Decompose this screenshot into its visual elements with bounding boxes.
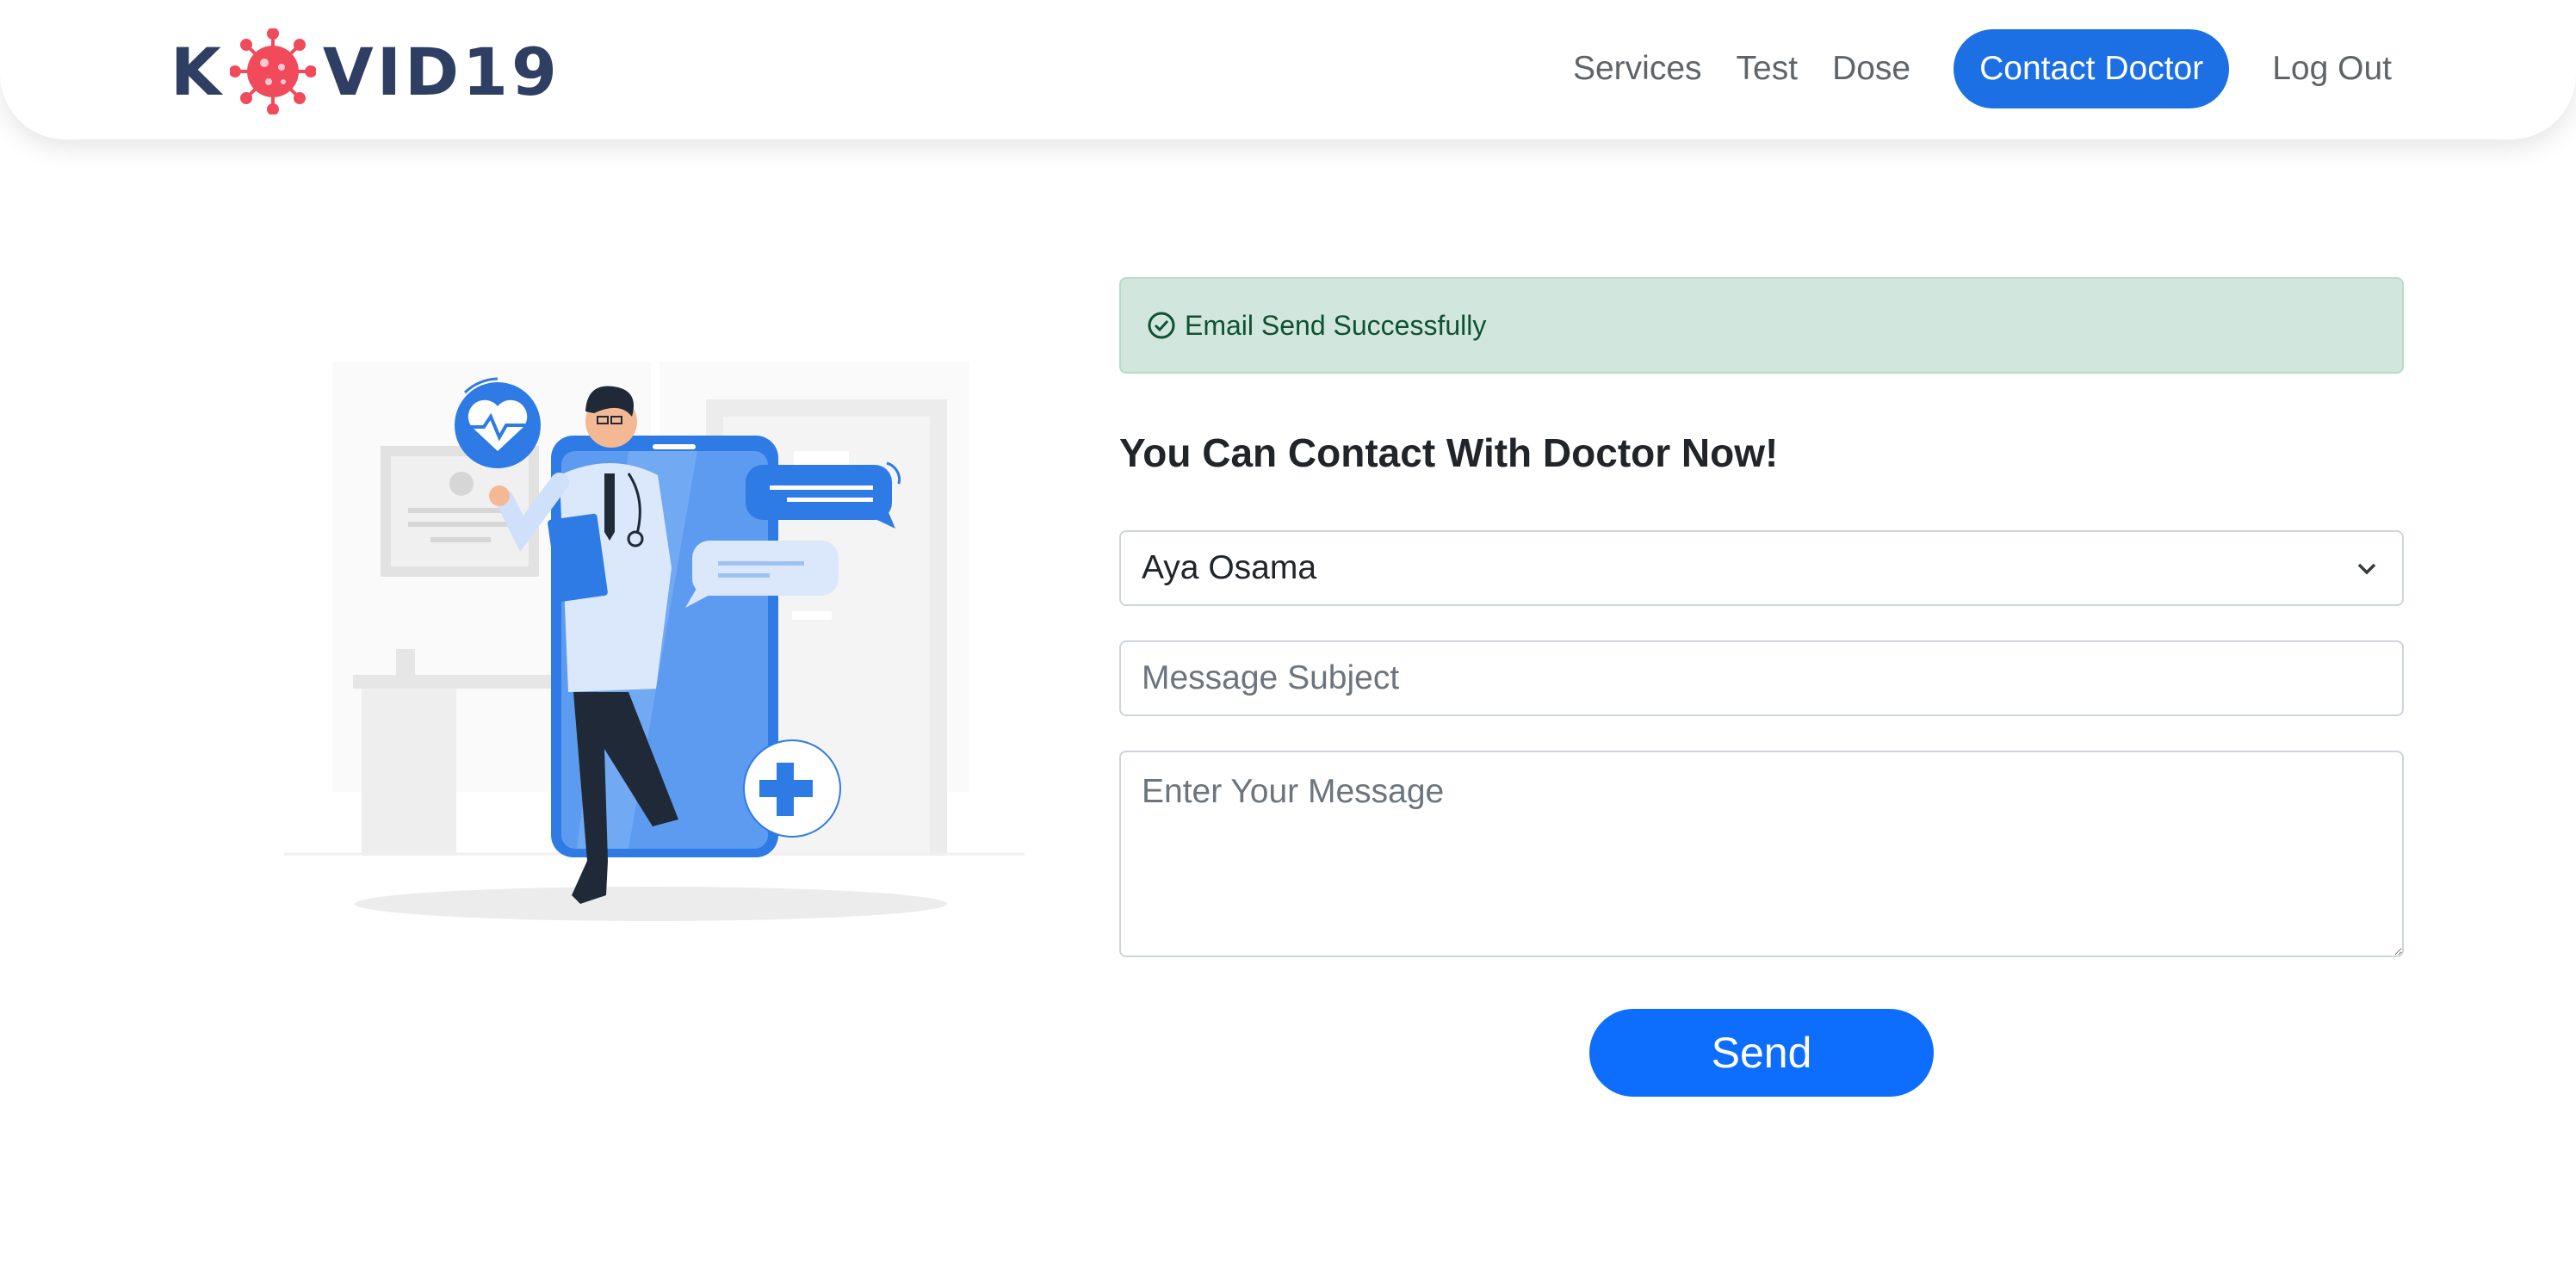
doctor-select-value: Aya Osama xyxy=(1142,549,1317,586)
message-subject-input[interactable] xyxy=(1119,640,2404,716)
logo-text: VID19 xyxy=(322,33,560,110)
contact-doctor-form: Email Send Successfully You Can Contact … xyxy=(1119,277,2404,1097)
nav-dose[interactable]: Dose xyxy=(1832,29,1910,108)
send-button[interactable]: Send xyxy=(1589,1009,1934,1097)
logo-letter-k: K xyxy=(170,33,225,110)
nav-log-out[interactable]: Log Out xyxy=(2272,29,2392,108)
virus-icon xyxy=(229,28,316,114)
success-alert: Email Send Successfully xyxy=(1119,277,2404,374)
nav-test[interactable]: Test xyxy=(1737,29,1799,108)
alert-text: Email Send Successfully xyxy=(1185,309,1487,341)
nav-contact-doctor[interactable]: Contact Doctor xyxy=(1954,29,2230,108)
message-textarea[interactable] xyxy=(1119,751,2404,957)
doctor-select[interactable]: Aya Osama xyxy=(1119,530,2404,606)
brand-logo[interactable]: K VID19 xyxy=(170,24,560,119)
check-circle-icon xyxy=(1148,312,1175,339)
form-heading: You Can Contact With Doctor Now! xyxy=(1119,430,1779,475)
main-nav: Services Test Dose Contact Doctor Log Ou… xyxy=(1539,29,2392,108)
top-navbar: K VID19 Services Test Dose Contact Docto… xyxy=(0,0,2576,139)
nav-services[interactable]: Services xyxy=(1573,29,1702,108)
chevron-down-icon xyxy=(2357,563,2376,575)
doctor-phone-illustration xyxy=(284,362,1025,921)
